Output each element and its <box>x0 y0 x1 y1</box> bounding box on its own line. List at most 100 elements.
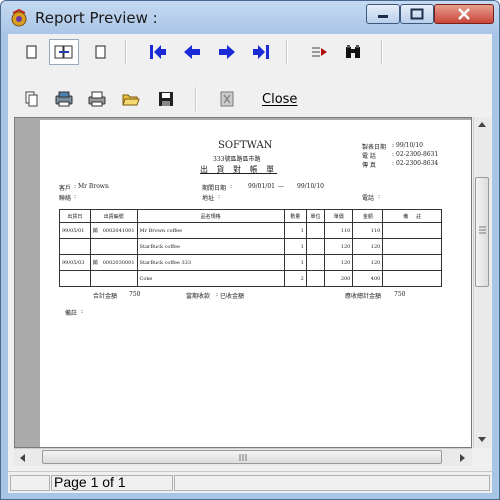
remarks-label: 備註 <box>65 310 78 317</box>
row-number: 0002041001 <box>100 222 138 239</box>
scroll-down-icon[interactable] <box>477 436 487 443</box>
copy-icon <box>25 91 38 107</box>
two-page-icon <box>54 45 73 59</box>
row-price: 110 <box>324 222 354 239</box>
page-width-button[interactable] <box>88 39 114 65</box>
last-page-icon <box>253 45 269 59</box>
balance-label: 應收總計金額 <box>345 293 382 300</box>
column-header: 備 註 <box>382 209 442 223</box>
first-page-button[interactable] <box>145 39 171 65</box>
scroll-left-icon[interactable] <box>19 453 26 463</box>
print-date: 99/10/10 <box>396 142 423 149</box>
open-icon <box>122 94 140 106</box>
row-unit <box>305 238 326 255</box>
row-number <box>100 238 138 255</box>
phone: 02-2300-8631 <box>396 151 439 158</box>
row-date <box>59 270 91 287</box>
horizontal-scrollbar[interactable] <box>14 448 472 466</box>
customer-label: 客戶 <box>59 185 72 192</box>
row-date: 99/05/01 <box>59 222 91 239</box>
contact-label: 聯絡 <box>59 195 72 202</box>
column-header: 品名規格 <box>136 209 285 223</box>
print-setup-button[interactable] <box>51 86 77 112</box>
grip-icon <box>479 226 486 234</box>
goto-page-icon <box>312 47 327 57</box>
open-button[interactable] <box>118 86 144 112</box>
row-date <box>59 238 91 255</box>
first-page-icon <box>150 45 166 59</box>
horizontal-scroll-thumb[interactable] <box>42 450 442 464</box>
close-icon <box>458 8 470 20</box>
app-icon <box>11 8 27 27</box>
maximize-button[interactable] <box>400 4 434 24</box>
phone-label: 電 話 <box>362 153 376 160</box>
row-qty: 1 <box>283 238 307 255</box>
page-indicator: Page 1 of 1 <box>54 474 126 490</box>
row-qty: 2 <box>283 270 307 287</box>
vertical-scrollbar[interactable] <box>473 117 491 448</box>
exit-button[interactable] <box>214 86 240 112</box>
row-amount: 400 <box>352 270 384 287</box>
row-price: 120 <box>324 238 354 255</box>
row-qty: 1 <box>283 222 307 239</box>
table-row: StarBuck coffee 1 120 120 <box>59 238 442 255</box>
tel-label: 電話 <box>362 195 375 202</box>
close-button[interactable]: Close <box>262 92 297 107</box>
single-page-icon <box>26 45 37 59</box>
column-header: 備 <box>403 213 409 220</box>
received-note: 已收金額 <box>220 293 245 300</box>
last-page-button[interactable] <box>248 39 274 65</box>
next-page-button[interactable] <box>214 39 240 65</box>
save-button[interactable] <box>153 86 179 112</box>
scroll-right-icon[interactable] <box>459 453 466 463</box>
scroll-up-icon[interactable] <box>477 121 487 128</box>
balance-amount: 750 <box>394 291 406 298</box>
two-page-button[interactable] <box>49 39 79 65</box>
column-header: 出貨編號 <box>89 209 138 223</box>
row-item: Mr Brown coffee <box>136 222 285 239</box>
report-preview-pane[interactable]: SOFTWAN 333號區路區市路 出 貨 對 帳 單 製表日期 : 99/10… <box>14 117 472 448</box>
window-title: Report Preview : <box>35 9 158 27</box>
copy-button[interactable] <box>19 86 45 112</box>
company-name: SOFTWAN <box>218 140 273 151</box>
total-label: 合計金額 <box>93 293 118 300</box>
status-cell <box>174 475 490 491</box>
print-button[interactable] <box>84 86 110 112</box>
table-row: 99/05/01 銷 0002041001 Mr Brown coffee 1 … <box>59 222 442 239</box>
previous-page-icon <box>184 45 200 59</box>
row-unit <box>305 254 326 271</box>
page-width-icon <box>95 45 106 59</box>
row-item: StarBuck coffee 333 <box>136 254 285 271</box>
row-qty: 1 <box>283 254 307 271</box>
fax-label: 傳 真 <box>362 162 376 169</box>
column-header: 單位 <box>305 209 326 223</box>
customer: Mr Brown <box>78 183 109 190</box>
row-item: Coke <box>136 270 285 287</box>
minimize-button[interactable] <box>366 4 400 24</box>
previous-page-button[interactable] <box>179 39 205 65</box>
single-page-button[interactable] <box>19 39 45 65</box>
column-header: 註 <box>416 213 422 220</box>
find-button[interactable] <box>340 39 366 65</box>
row-price: 200 <box>324 270 354 287</box>
goto-page-button[interactable] <box>307 39 333 65</box>
save-icon <box>159 92 173 106</box>
row-flag <box>89 238 101 255</box>
row-number: 0002030001 <box>100 254 138 271</box>
fax: 02-2300-8634 <box>396 160 439 167</box>
status-bar: Page 1 of 1 <box>8 471 492 493</box>
title-bar[interactable]: Report Preview : <box>1 1 499 34</box>
row-amount: 110 <box>352 222 384 239</box>
close-window-button[interactable] <box>434 4 494 24</box>
row-flag: 銷 <box>89 254 101 271</box>
row-amount: 120 <box>352 254 384 271</box>
period-label: 期間日期 <box>202 185 227 192</box>
row-number <box>100 270 138 287</box>
total-amount: 750 <box>129 291 141 298</box>
vertical-scroll-thumb[interactable] <box>475 177 489 287</box>
received-label: 當期收款 <box>186 293 211 300</box>
row-flag <box>89 270 101 287</box>
report-table: 出貨日 出貨編號 品名規格 數量 單位 單價 金額 備 註 99/05/01 銷… <box>59 209 442 287</box>
table-row: Coke 2 200 400 <box>59 270 442 287</box>
period-to: 99/10/10 <box>297 183 324 190</box>
